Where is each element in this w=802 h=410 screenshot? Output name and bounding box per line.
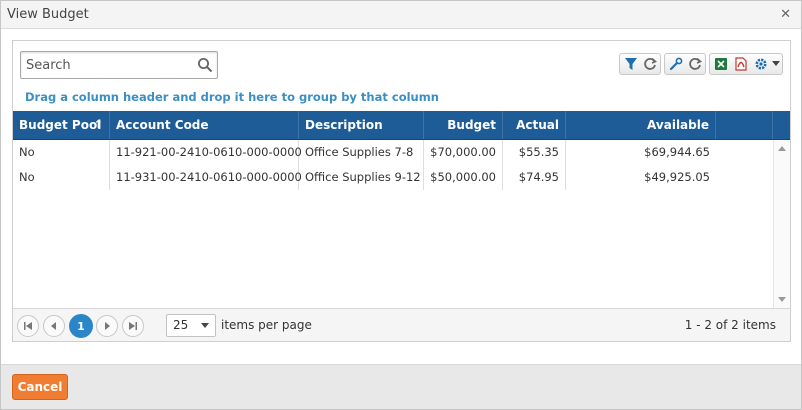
column-header-budget[interactable]: Budget (424, 111, 503, 139)
cell-available: $49,925.05 (644, 170, 710, 184)
reset-filter-icon[interactable] (640, 54, 659, 74)
page-size-value: 25 (173, 318, 189, 332)
cell-available: $69,944.65 (644, 145, 710, 159)
column-header-actual[interactable]: Actual (503, 111, 566, 139)
dialog-content: Drag a column header and drop it here to… (1, 30, 801, 364)
export-tool-group (709, 53, 783, 75)
cell-budget: $70,000.00 (424, 140, 503, 165)
previous-page-icon[interactable] (43, 315, 65, 337)
search-input[interactable] (26, 56, 194, 74)
last-page-icon[interactable] (122, 315, 144, 337)
cell-description: Office Supplies 7-8 (299, 140, 424, 165)
dialog-title: View Budget (7, 7, 89, 22)
filter-icon[interactable] (621, 54, 640, 74)
filter-tool-group (619, 53, 661, 75)
column-header-label: Account Code (116, 118, 209, 132)
search-box (20, 51, 218, 79)
column-header-description[interactable]: Description (299, 111, 424, 139)
sort-ascending-icon: ↑ (93, 118, 103, 131)
chevron-down-icon[interactable] (771, 54, 781, 74)
vertical-scrollbar[interactable] (773, 140, 790, 308)
cell-description: Office Supplies 9-12 (299, 165, 424, 190)
cell-account-code: 11-921-00-2410-0610-000-0000 (110, 140, 302, 165)
column-header-account-code[interactable]: Account Code (110, 111, 299, 139)
scroll-down-icon[interactable] (778, 297, 786, 302)
column-header-available[interactable]: Available (566, 111, 716, 139)
cell-actual: $55.35 (503, 140, 566, 165)
dialog-footer: Cancel (1, 364, 801, 409)
column-header-label: Available (647, 118, 709, 132)
current-page-button[interactable]: 1 (69, 314, 93, 338)
next-page-icon[interactable] (96, 315, 118, 337)
scroll-up-icon[interactable] (778, 146, 786, 151)
cancel-button[interactable]: Cancel (12, 374, 68, 400)
pager-info: 1 - 2 of 2 items (684, 318, 776, 332)
pdf-export-icon[interactable] (731, 54, 751, 74)
wrench-icon[interactable] (666, 54, 685, 74)
excel-export-icon[interactable] (711, 54, 731, 74)
grid-toolbar: Drag a column header and drop it here to… (13, 41, 790, 111)
grid-pager: 1 25 items per page 1 - 2 of 2 items (13, 308, 790, 341)
grid-body: No 11-921-00-2410-0610-000-0000 Office S… (13, 140, 790, 308)
group-by-hint[interactable]: Drag a column header and drop it here to… (25, 90, 439, 104)
cell-budget-pool: No (13, 140, 110, 165)
column-header-budget-pool[interactable]: Budget Pool ↑ (13, 111, 110, 139)
page-size-select[interactable]: 25 (166, 314, 216, 337)
column-tool-group (664, 53, 706, 75)
view-budget-dialog: View Budget ✕ Drag a column header and d… (0, 0, 802, 410)
column-header-spacer (716, 111, 773, 139)
grid-header-row: Budget Pool ↑ Account Code Description B… (13, 111, 790, 140)
items-per-page-label: items per page (221, 318, 312, 332)
dialog-titlebar: View Budget ✕ (1, 1, 801, 29)
column-header-label: Budget Pool (19, 118, 102, 132)
table-row[interactable]: No 11-921-00-2410-0610-000-0000 Office S… (13, 140, 715, 165)
chevron-down-icon (201, 323, 209, 328)
close-icon[interactable]: ✕ (780, 7, 791, 22)
column-header-label: Actual (516, 118, 559, 132)
cell-budget-pool: No (13, 165, 110, 190)
reset-columns-icon[interactable] (685, 54, 704, 74)
settings-gear-icon[interactable] (751, 54, 771, 74)
budget-grid: Drag a column header and drop it here to… (12, 40, 791, 342)
column-header-label: Budget (447, 118, 496, 132)
cell-budget: $50,000.00 (424, 165, 503, 190)
cell-actual: $74.95 (503, 165, 566, 190)
column-header-label: Description (305, 118, 383, 132)
cell-account-code: 11-931-00-2410-0610-000-0000 (110, 165, 302, 190)
search-icon[interactable] (197, 57, 213, 73)
first-page-icon[interactable] (17, 315, 39, 337)
table-row[interactable]: No 11-931-00-2410-0610-000-0000 Office S… (13, 165, 715, 190)
